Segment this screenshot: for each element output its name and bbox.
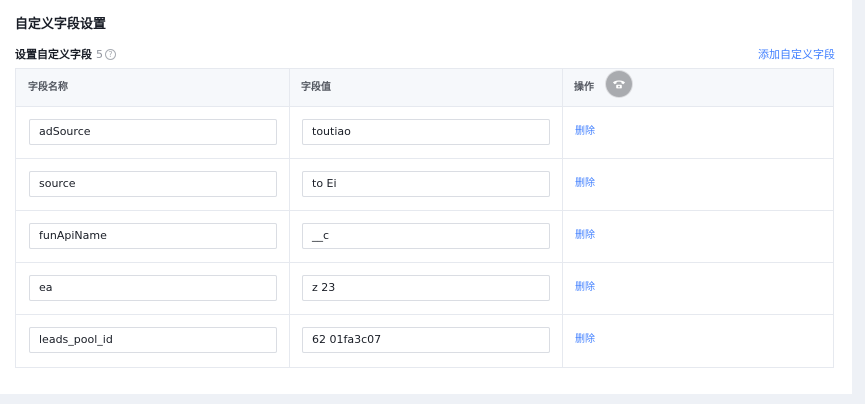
custom-fields-table: 字段名称 字段值 操作 adSource toutiao 删除 source t… <box>15 68 834 368</box>
field-name-input[interactable]: source <box>29 171 277 197</box>
delete-row-button[interactable]: 删除 <box>575 332 595 348</box>
column-header-field-value: 字段值 <box>301 82 331 93</box>
field-name-input[interactable]: ea <box>29 275 277 301</box>
column-header-field-name: 字段名称 <box>28 82 68 93</box>
delete-row-button[interactable]: 删除 <box>575 280 595 296</box>
phone-icon <box>613 80 625 89</box>
field-name-input[interactable]: funApiName <box>29 223 277 249</box>
table-row: ea z 23 删除 <box>16 263 833 315</box>
table-row: leads_pool_id 62 01fa3c07 删除 <box>16 315 833 367</box>
table-row: adSource toutiao 删除 <box>16 107 833 159</box>
floating-call-button[interactable] <box>606 71 632 97</box>
table-row: source to Ei 删除 <box>16 159 833 211</box>
section-header: 设置自定义字段 5 ? 添加自定义字段 <box>15 46 835 64</box>
field-value-input[interactable]: to Ei <box>302 171 550 197</box>
field-value-input[interactable]: 62 01fa3c07 <box>302 327 550 353</box>
delete-row-button[interactable]: 删除 <box>575 176 595 192</box>
table-header: 字段名称 字段值 操作 <box>16 69 833 107</box>
field-value-input[interactable]: toutiao <box>302 119 550 145</box>
question-circle-icon[interactable]: ? <box>105 49 116 60</box>
table-row: funApiName __c 删除 <box>16 211 833 263</box>
add-custom-field-link[interactable]: 添加自定义字段 <box>758 46 835 64</box>
field-name-input[interactable]: leads_pool_id <box>29 327 277 353</box>
field-value-input[interactable]: __c <box>302 223 550 249</box>
delete-row-button[interactable]: 删除 <box>575 228 595 244</box>
custom-fields-card: 自定义字段设置 设置自定义字段 5 ? 添加自定义字段 字段名称 字段值 操作 … <box>0 0 852 394</box>
scroll-gutter <box>852 0 865 404</box>
delete-row-button[interactable]: 删除 <box>575 124 595 140</box>
field-value-input[interactable]: z 23 <box>302 275 550 301</box>
section-title: 设置自定义字段 <box>15 48 92 61</box>
page-title: 自定义字段设置 <box>15 17 107 32</box>
column-header-action: 操作 <box>574 82 594 93</box>
field-count-badge: 5 <box>96 48 103 61</box>
field-name-input[interactable]: adSource <box>29 119 277 145</box>
